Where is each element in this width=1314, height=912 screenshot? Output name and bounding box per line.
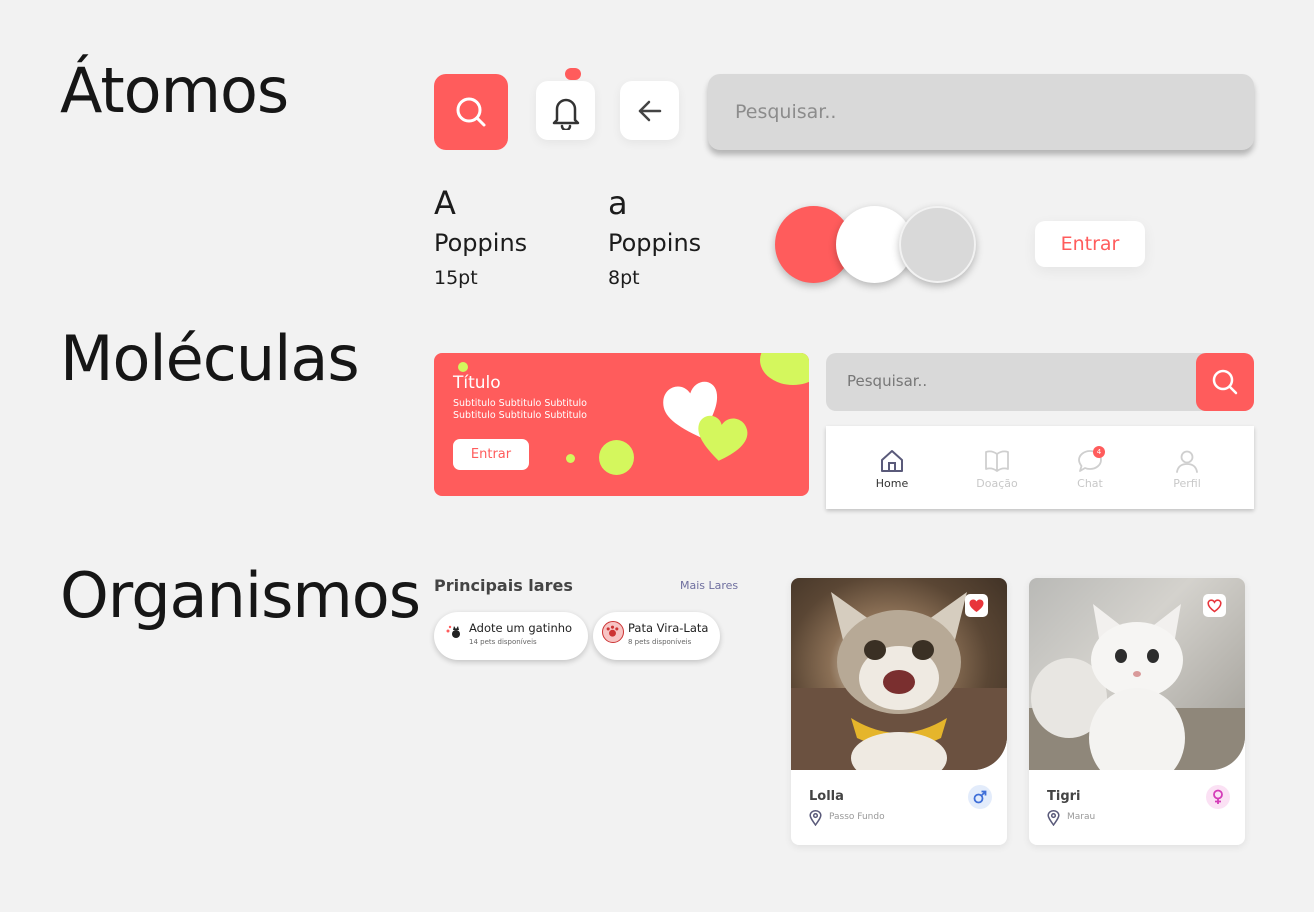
banner-subtitle: Subtitulo Subtitulo Subtitulo Subtitulo … bbox=[453, 398, 587, 421]
hearts-illustration bbox=[663, 381, 748, 461]
pet-name: Tigri bbox=[1047, 789, 1081, 804]
search-icon bbox=[456, 97, 486, 127]
home-chip[interactable]: Pata Vira-Lata 8 pets disponíveis bbox=[593, 612, 720, 660]
search-icon bbox=[1212, 369, 1238, 395]
male-badge bbox=[968, 785, 992, 809]
location-pin-icon bbox=[809, 810, 822, 826]
promo-banner: Título Subtitulo Subtitulo Subtitulo Sub… bbox=[434, 353, 809, 496]
color-swatch-grey bbox=[899, 206, 976, 283]
banner-title: Título bbox=[453, 373, 501, 393]
section-title-molecules: Moléculas bbox=[60, 322, 360, 395]
banner-enter-button[interactable]: Entrar bbox=[453, 439, 529, 470]
home-pet-count: 8 pets disponíveis bbox=[628, 638, 692, 646]
favorite-button[interactable] bbox=[965, 594, 988, 617]
nav-item-perfil[interactable]: Perfil bbox=[1152, 448, 1222, 490]
typography-font-size: 15pt bbox=[434, 267, 478, 289]
book-icon bbox=[985, 450, 1009, 472]
pet-location: Marau bbox=[1067, 812, 1096, 822]
decor-dot bbox=[566, 454, 575, 463]
search-button[interactable] bbox=[434, 74, 508, 150]
typography-glyph: a bbox=[608, 184, 628, 222]
heart-outline-icon bbox=[1207, 598, 1222, 612]
user-icon bbox=[1176, 450, 1198, 473]
female-badge bbox=[1206, 785, 1230, 809]
pet-location: Passo Fundo bbox=[829, 812, 885, 822]
search-bar[interactable]: Pesquisar.. bbox=[826, 353, 1254, 411]
notification-dot bbox=[565, 68, 581, 80]
enter-button[interactable]: Entrar bbox=[1035, 221, 1145, 267]
favorite-button[interactable] bbox=[1203, 594, 1226, 617]
back-button[interactable] bbox=[620, 81, 679, 140]
nav-label: Perfil bbox=[1173, 477, 1201, 490]
nav-item-doacao[interactable]: Doação bbox=[962, 448, 1032, 490]
chat-badge: 4 bbox=[1093, 446, 1105, 458]
location-pin-icon bbox=[1047, 810, 1060, 826]
nav-label: Home bbox=[875, 477, 909, 490]
pet-card[interactable]: Tigri Marau bbox=[1029, 578, 1245, 845]
typography-sample-small: a Poppins 8pt bbox=[608, 183, 701, 293]
typography-font-name: Poppins bbox=[608, 229, 702, 257]
arrow-left-icon bbox=[638, 100, 661, 121]
home-chip[interactable]: Adote um gatinho 14 pets disponíveis bbox=[434, 612, 588, 660]
male-icon bbox=[973, 790, 987, 804]
heart-filled-icon bbox=[969, 599, 984, 612]
section-title-atoms: Átomos bbox=[60, 54, 289, 127]
nav-item-home[interactable]: Home bbox=[857, 448, 927, 490]
typography-font-name: Poppins bbox=[434, 229, 528, 257]
female-icon bbox=[1213, 789, 1223, 804]
nav-item-chat[interactable]: 4 Chat bbox=[1055, 446, 1125, 490]
home-icon bbox=[881, 450, 903, 472]
typography-sample-large: A Poppins 15pt bbox=[434, 183, 527, 293]
bell-icon bbox=[552, 98, 579, 130]
section-title-organisms: Organismos bbox=[60, 559, 421, 632]
notifications-button[interactable] bbox=[536, 81, 595, 140]
pet-name: Lolla bbox=[809, 789, 844, 804]
nav-label: Doação bbox=[976, 477, 1018, 490]
home-pet-count: 14 pets disponíveis bbox=[469, 638, 537, 646]
bottom-nav: Home Doação 4 Chat Perfil bbox=[826, 426, 1254, 509]
search-submit-button[interactable] bbox=[1196, 353, 1254, 411]
more-homes-link[interactable]: Mais Lares bbox=[680, 579, 738, 592]
nav-label: Chat bbox=[1077, 477, 1103, 490]
paw-logo-icon bbox=[602, 621, 624, 643]
pet-card[interactable]: Lolla Passo Fundo bbox=[791, 578, 1007, 845]
typography-glyph: A bbox=[434, 184, 456, 222]
home-name: Pata Vira-Lata bbox=[628, 621, 709, 635]
typography-font-size: 8pt bbox=[608, 267, 640, 289]
cat-logo-icon bbox=[443, 621, 465, 643]
search-placeholder: Pesquisar.. bbox=[847, 372, 928, 390]
decor-circle bbox=[599, 440, 634, 475]
search-input[interactable] bbox=[708, 74, 1254, 150]
homes-title: Principais lares bbox=[434, 576, 573, 595]
decor-dot bbox=[458, 362, 468, 372]
decor-circle bbox=[760, 353, 809, 385]
home-name: Adote um gatinho bbox=[469, 621, 573, 635]
